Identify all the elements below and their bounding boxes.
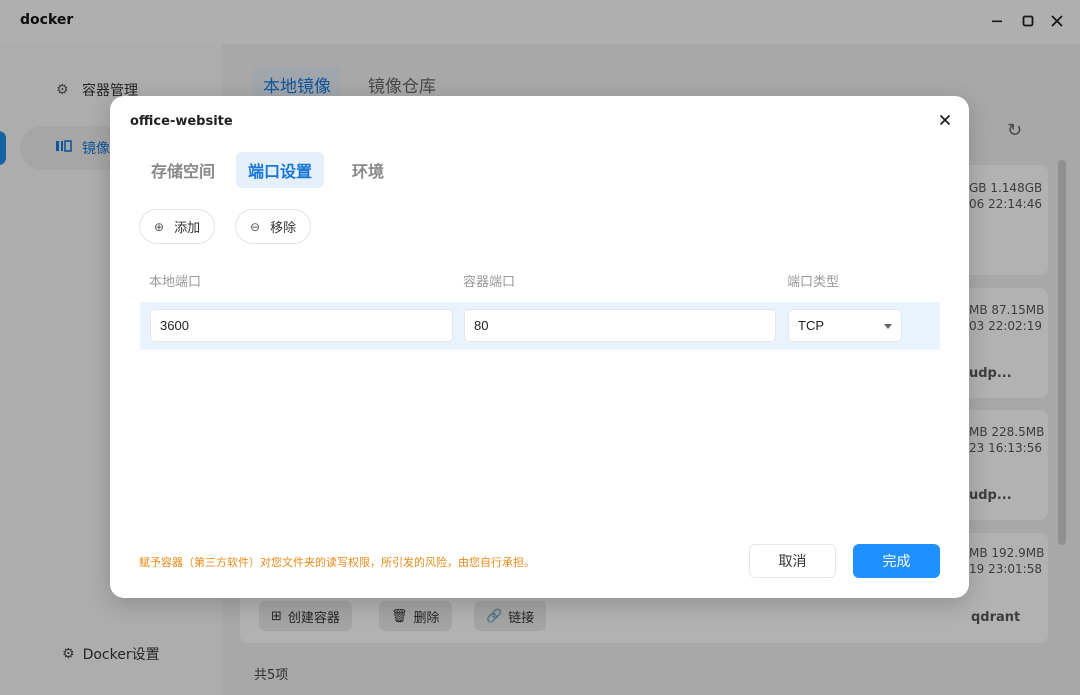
done-button[interactable]: 完成 [853, 544, 940, 578]
button-label: 添加 [174, 221, 201, 236]
risk-warning: 赋予容器（第三方软件）对您文件夹的读写权限，所引发的风险，由您自行承担。 [139, 556, 535, 569]
column-header-port-type: 端口类型 [787, 275, 840, 290]
cancel-button[interactable]: 取消 [749, 544, 836, 578]
add-button[interactable]: ⊕ 添加 [139, 209, 216, 244]
tab-environment[interactable]: 环境 [340, 152, 396, 188]
column-header-container-port: 容器端口 [463, 275, 516, 290]
dialog-title: office-website [130, 114, 233, 129]
close-icon[interactable] [939, 111, 951, 131]
tab-storage[interactable]: 存储空间 [139, 152, 227, 188]
minus-circle-icon: ⊖ [250, 219, 261, 234]
port-settings-dialog: office-website 存储空间 端口设置 环境 ⊕ 添加 ⊖ 移除 本地… [110, 96, 969, 598]
port-type-value: TCP [798, 318, 824, 333]
plus-circle-icon: ⊕ [154, 219, 165, 234]
column-header-local-port: 本地端口 [149, 275, 202, 290]
chevron-down-icon [884, 324, 892, 329]
button-label: 移除 [270, 221, 297, 236]
container-port-input[interactable]: 80 [464, 309, 776, 342]
port-type-select[interactable]: TCP [788, 309, 902, 342]
remove-button[interactable]: ⊖ 移除 [235, 209, 312, 244]
tab-port-settings[interactable]: 端口设置 [236, 152, 325, 188]
local-port-input[interactable]: 3600 [150, 309, 453, 342]
